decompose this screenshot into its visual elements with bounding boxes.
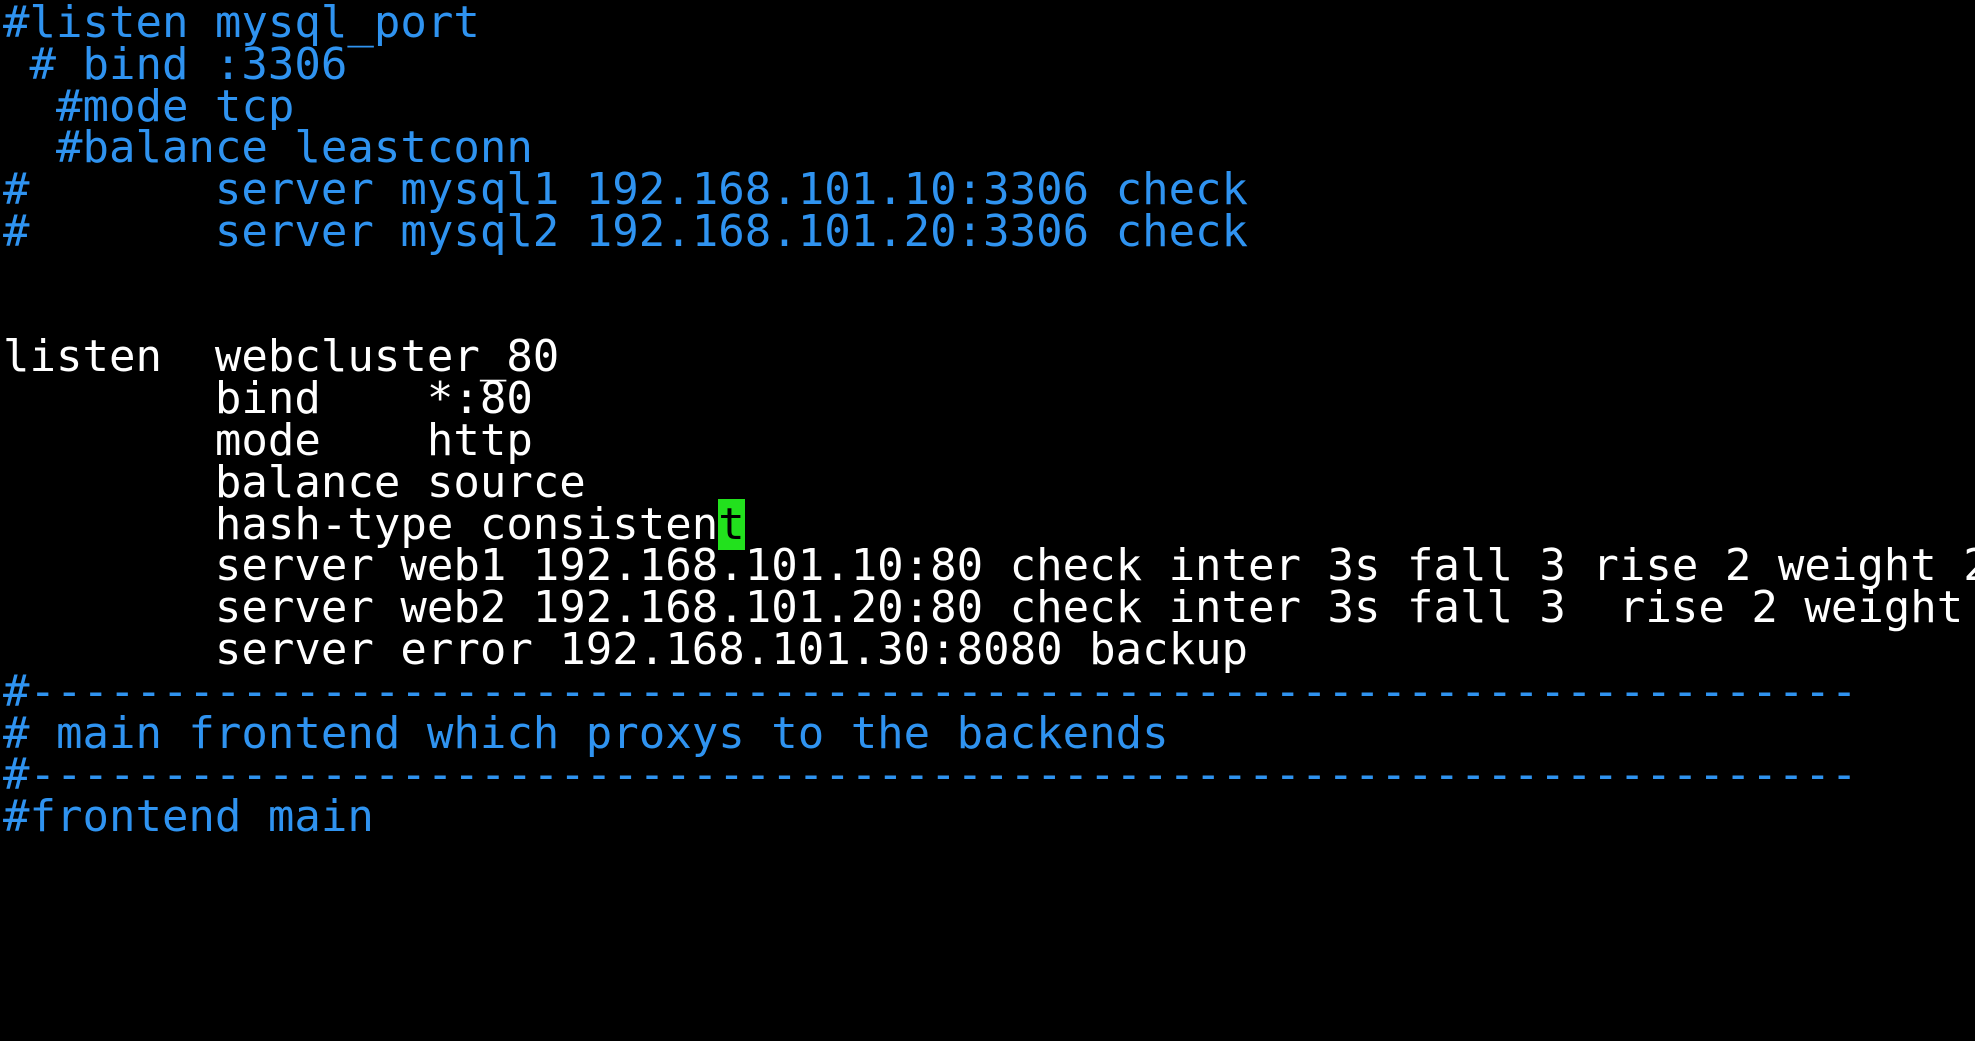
line-text: #frontend main [3, 791, 374, 843]
terminal-editor[interactable]: #listen mysql_port # bind :3306 #mode tc… [0, 0, 1975, 1041]
line-text: # server mysql2 192.168.101.20:3306 chec… [3, 206, 1249, 257]
terminal-line: #frontend main [3, 791, 374, 843]
terminal-line: # server mysql2 192.168.101.20:3306 chec… [3, 206, 1248, 258]
